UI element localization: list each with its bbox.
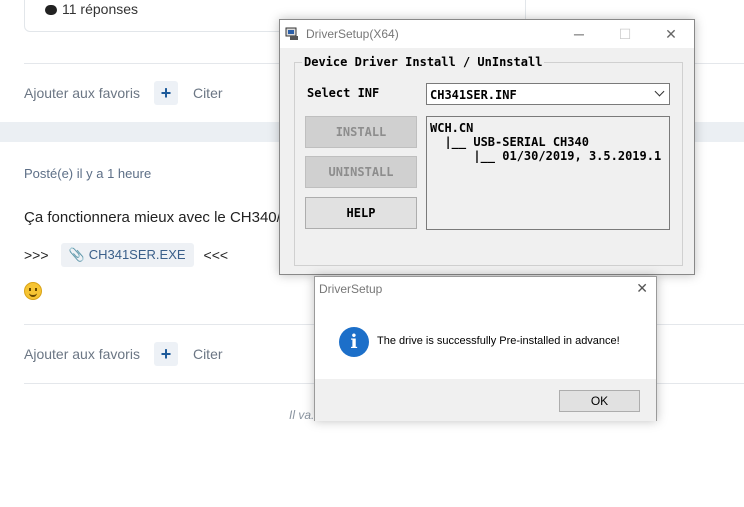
- window-title: DriverSetup(X64): [306, 27, 399, 41]
- reply-count: 11 réponses: [45, 1, 138, 17]
- attachment-suffix: <<<: [203, 247, 229, 263]
- quote-link[interactable]: Citer: [193, 346, 223, 362]
- post-actions: Ajouter aux favoris + Citer: [24, 342, 223, 366]
- attachment-link[interactable]: 📎 CH341SER.EXE: [60, 243, 194, 267]
- close-icon[interactable]: ✕: [636, 280, 648, 297]
- group-title: Device Driver Install / UnInstall: [302, 55, 545, 69]
- speech-bubble-icon: [45, 5, 57, 15]
- dialog-message: The drive is successfully Pre-installed …: [377, 335, 620, 347]
- info-line: WCH.CN: [430, 121, 474, 135]
- post-timestamp[interactable]: Posté(e) il y a 1 heure: [24, 166, 151, 181]
- ok-button[interactable]: OK: [559, 390, 640, 412]
- message-dialog: DriverSetup ✕ i The drive is successfull…: [314, 276, 657, 421]
- title-bar[interactable]: DriverSetup(X64) ─ ☐ ✕: [280, 20, 694, 48]
- attachment-prefix: >>>: [24, 247, 49, 263]
- add-favorites-link[interactable]: Ajouter aux favoris: [24, 85, 140, 101]
- install-button[interactable]: INSTALL: [305, 116, 417, 148]
- inf-select-value: CH341SER.INF: [430, 88, 517, 102]
- uninstall-button[interactable]: UNINSTALL: [305, 156, 417, 188]
- minimize-button[interactable]: ─: [556, 20, 602, 48]
- inf-select-dropdown[interactable]: CH341SER.INF: [426, 83, 670, 105]
- chevron-down-icon: [654, 86, 665, 97]
- dialog-title: DriverSetup: [319, 282, 383, 296]
- reply-count-text: 11 réponses: [62, 1, 139, 17]
- driver-setup-window: DriverSetup(X64) ─ ☐ ✕ Device Driver Ins…: [279, 19, 695, 275]
- attachment-line: >>> 📎 CH341SER.EXE <<<: [24, 243, 228, 267]
- plus-button[interactable]: +: [153, 81, 178, 105]
- quote-link[interactable]: Citer: [193, 85, 223, 101]
- info-line: |__ USB-SERIAL CH340: [430, 135, 589, 149]
- close-button[interactable]: ✕: [648, 20, 694, 48]
- paperclip-icon: 📎: [68, 247, 85, 262]
- help-button[interactable]: HELP: [305, 197, 417, 229]
- smiley-emoji-icon: [24, 282, 42, 300]
- attachment-name: CH341SER.EXE: [88, 247, 186, 262]
- add-favorites-link[interactable]: Ajouter aux favoris: [24, 346, 140, 362]
- driver-info-box: WCH.CN |__ USB-SERIAL CH340 |__ 01/30/20…: [426, 116, 670, 230]
- post-body: Ça fonctionnera mieux avec le CH340/: [24, 209, 281, 226]
- dialog-footer: OK: [315, 379, 656, 421]
- page: 11 réponses Ajouter aux favoris + Citer …: [0, 0, 744, 507]
- plus-button[interactable]: +: [153, 342, 178, 366]
- post-actions: Ajouter aux favoris + Citer: [24, 81, 223, 105]
- info-icon: i: [339, 327, 369, 357]
- info-line: |__ 01/30/2019, 3.5.2019.1: [430, 149, 662, 163]
- app-icon: [285, 27, 298, 40]
- select-inf-label: Select INF: [307, 86, 380, 100]
- maximize-button: ☐: [618, 26, 632, 42]
